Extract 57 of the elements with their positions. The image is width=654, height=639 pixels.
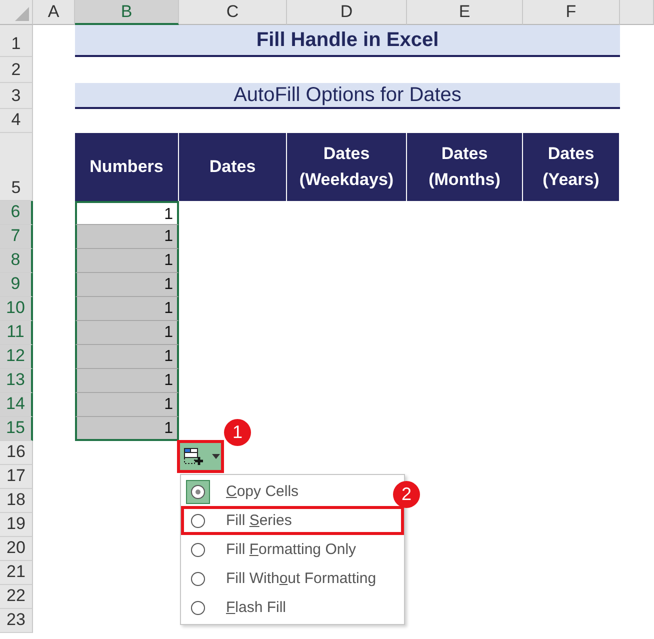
row-header[interactable]: 22 (0, 585, 33, 609)
row-header[interactable]: 8 (0, 249, 33, 273)
column-header[interactable]: F (523, 0, 620, 25)
table-cell: 1 (75, 273, 179, 297)
table-cell: 1 (75, 201, 179, 225)
table-cell: 1 (75, 249, 179, 273)
table-cell: 1 (75, 417, 179, 441)
menu-item[interactable]: Fill Without Formatting (181, 564, 386, 593)
row-header[interactable]: 7 (0, 225, 33, 249)
autofill-options-button[interactable] (177, 440, 224, 473)
column-header[interactable]: A (33, 0, 75, 25)
row-header[interactable]: 9 (0, 273, 33, 297)
table-cell: 1 (75, 297, 179, 321)
table-header-cell: Numbers (75, 133, 179, 201)
menu-item[interactable]: Fill Formatting Only (181, 535, 366, 564)
row-header[interactable]: 20 (0, 537, 33, 561)
row-header[interactable]: 18 (0, 489, 33, 513)
column-header[interactable]: E (407, 0, 523, 25)
fill-grid-icon (184, 448, 204, 466)
radio-button-icon[interactable] (186, 480, 210, 504)
row-header[interactable]: 15 (0, 417, 33, 441)
row-header[interactable]: 1 (0, 25, 33, 57)
caret-icon (212, 454, 220, 459)
row-header[interactable]: 17 (0, 465, 33, 489)
row-header[interactable]: 19 (0, 513, 33, 537)
table-cell: 1 (75, 345, 179, 369)
row-header[interactable]: 2 (0, 57, 33, 83)
table-header-cell: Dates (179, 133, 287, 201)
step-badge: 1 (224, 419, 251, 446)
table-cell: 1 (75, 369, 179, 393)
table-cell: 1 (75, 225, 179, 249)
menu-item[interactable]: Flash Fill (181, 593, 296, 622)
row-header[interactable]: 16 (0, 441, 33, 465)
table-header-cell: Dates (Months) (407, 133, 523, 201)
row-header[interactable]: 23 (0, 609, 33, 633)
row-header[interactable]: 13 (0, 369, 33, 393)
menu-item[interactable]: Copy Cells (181, 477, 308, 506)
menu-item[interactable]: Fill Series (181, 506, 404, 535)
row-header[interactable]: 6 (0, 201, 33, 225)
row-header[interactable]: 10 (0, 297, 33, 321)
row-header[interactable]: 12 (0, 345, 33, 369)
column-header[interactable]: C (179, 0, 287, 25)
row-header[interactable]: 11 (0, 321, 33, 345)
row-header[interactable]: 4 (0, 109, 33, 133)
table-header-cell: Dates (Years) (523, 133, 620, 201)
section-heading: AutoFill Options for Dates (75, 83, 620, 109)
table-cell: 1 (75, 393, 179, 417)
table-header-cell: Dates (Weekdays) (287, 133, 407, 201)
row-header[interactable]: 21 (0, 561, 33, 585)
step-badge: 2 (393, 481, 420, 508)
table-cell: 1 (75, 321, 179, 345)
sheet-title: Fill Handle in Excel (75, 25, 620, 57)
row-header[interactable]: 14 (0, 393, 33, 417)
column-header[interactable]: D (287, 0, 407, 25)
row-header[interactable]: 5 (0, 133, 33, 201)
column-header[interactable]: B (75, 0, 179, 25)
row-header[interactable]: 3 (0, 83, 33, 109)
